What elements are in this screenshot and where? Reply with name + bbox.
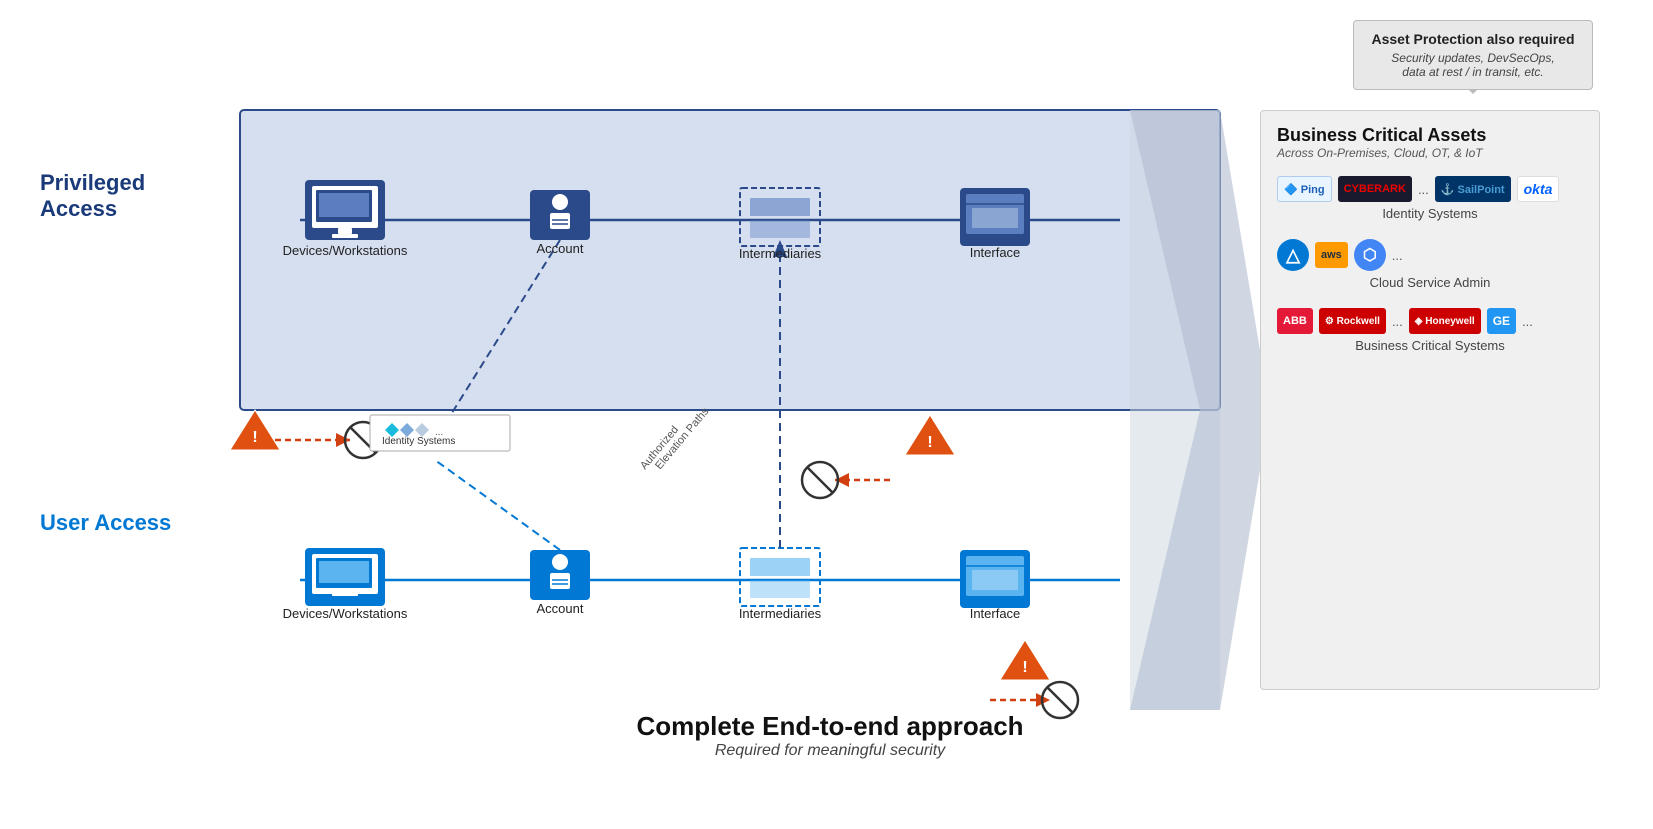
abb-logo: ABB [1277, 308, 1313, 334]
svg-text:Intermediaries: Intermediaries [739, 606, 822, 621]
main-diagram: ! ! ! Devices/Workstations Account Inter… [40, 90, 1620, 770]
svg-text:Elevation Paths: Elevation Paths [653, 405, 712, 472]
assets-panel: Business Critical Assets Across On-Premi… [1260, 110, 1600, 690]
svg-text:Interface: Interface [970, 606, 1021, 621]
user-access-label: User Access [40, 510, 220, 536]
svg-text:Account: Account [537, 601, 584, 616]
svg-text:Intermediaries: Intermediaries [739, 246, 822, 261]
more-dots-4: ... [1522, 314, 1533, 329]
svg-text:!: ! [927, 434, 932, 451]
critical-systems-section: ABB ⚙ Rockwell ... ◈ Honeywell GE ... Bu… [1277, 308, 1583, 353]
privileged-access-label: Privileged Access [40, 170, 220, 223]
identity-systems-section: 🔷 Ping CYBERARK ... ⚓ SailPoint okta Ide… [1277, 176, 1583, 221]
identity-systems-label: Identity Systems [1277, 206, 1583, 221]
cloud-admin-label: Cloud Service Admin [1277, 275, 1583, 290]
more-dots-1: ... [1418, 182, 1429, 197]
tooltip-subtitle: Security updates, DevSecOps,data at rest… [1368, 51, 1578, 79]
okta-logo: okta [1517, 176, 1560, 202]
honeywell-logo: ◈ Honeywell [1409, 308, 1481, 334]
more-dots-3: ... [1392, 314, 1403, 329]
svg-text:Interface: Interface [970, 245, 1021, 260]
critical-logos: ABB ⚙ Rockwell ... ◈ Honeywell GE ... [1277, 308, 1583, 334]
gcp-logo: ⬡ [1354, 239, 1386, 271]
more-dots-2: ... [1392, 248, 1403, 263]
critical-systems-label: Business Critical Systems [1277, 338, 1583, 353]
svg-text:...: ... [435, 427, 443, 438]
bottom-sub-text: Required for meaningful security [40, 742, 1620, 760]
cloud-admin-section: △ aws ⬡ ... Cloud Service Admin [1277, 239, 1583, 290]
assets-title: Business Critical Assets [1277, 125, 1583, 146]
ge-logo: GE [1487, 308, 1516, 334]
assets-subtitle: Across On-Premises, Cloud, OT, & IoT [1277, 146, 1583, 160]
sailpoint-logo: ⚓ SailPoint [1435, 176, 1511, 202]
svg-text:Devices/Workstations: Devices/Workstations [283, 606, 408, 621]
aws-logo: aws [1315, 242, 1348, 268]
rockwell-logo: ⚙ Rockwell [1319, 308, 1386, 334]
cyberark-logo: CYBERARK [1338, 176, 1412, 202]
ping-logo: 🔷 Ping [1277, 176, 1332, 202]
svg-text:!: ! [252, 429, 257, 446]
tooltip-title: Asset Protection also required [1368, 31, 1578, 47]
svg-text:Authorized: Authorized [638, 424, 681, 472]
svg-text:!: ! [1022, 659, 1027, 676]
azure-logo: △ [1277, 239, 1309, 271]
bottom-main-text: Complete End-to-end approach [40, 711, 1620, 742]
cloud-logos: △ aws ⬡ ... [1277, 239, 1583, 271]
svg-text:Devices/Workstations: Devices/Workstations [283, 243, 408, 258]
bottom-label: Complete End-to-end approach Required fo… [40, 711, 1620, 760]
asset-protection-tooltip: Asset Protection also required Security … [1353, 20, 1593, 90]
identity-logos: 🔷 Ping CYBERARK ... ⚓ SailPoint okta [1277, 176, 1583, 202]
svg-text:Account: Account [537, 241, 584, 256]
svg-text:Identity Systems: Identity Systems [382, 436, 455, 447]
